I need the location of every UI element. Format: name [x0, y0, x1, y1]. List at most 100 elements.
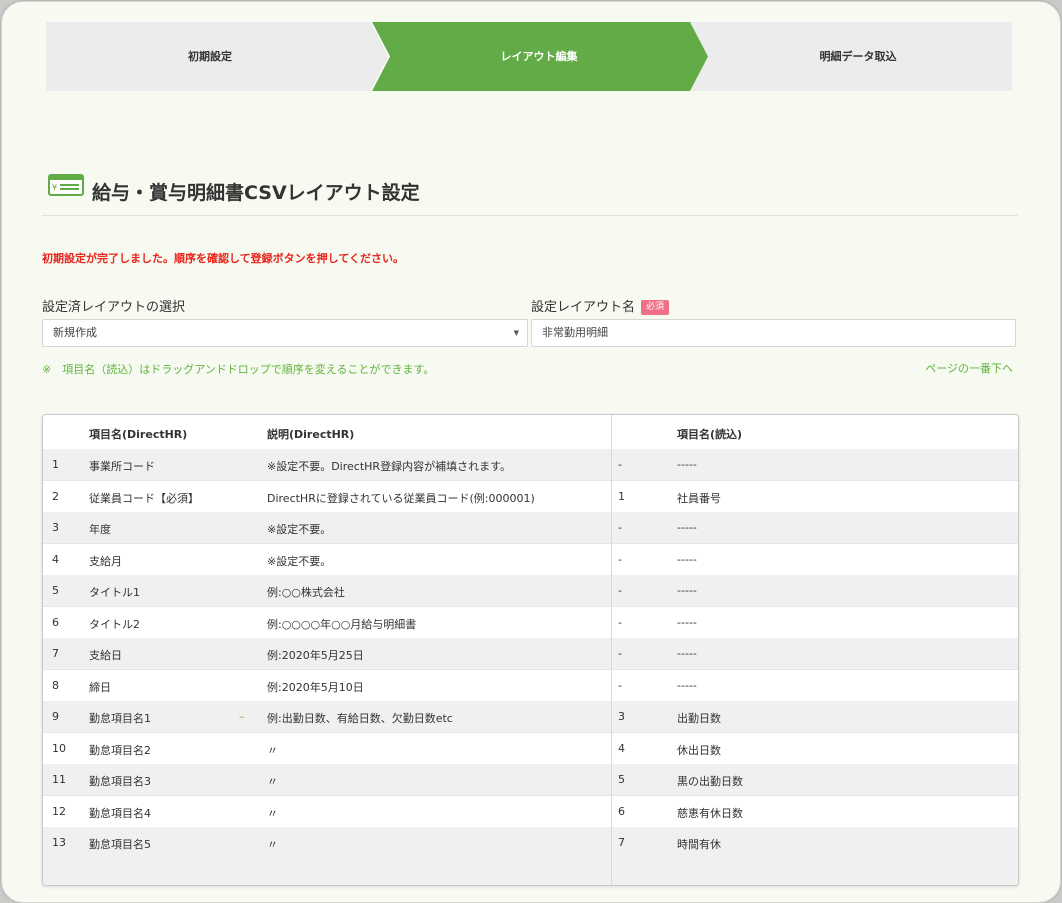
row-read-index: 3: [618, 710, 625, 723]
row-description: 〃: [267, 806, 278, 820]
row-description: 〃: [267, 743, 278, 757]
row-item-name: 事業所コード: [89, 460, 155, 473]
row-read-name[interactable]: -----: [677, 679, 697, 692]
row-description: ※設定不要。: [267, 523, 332, 536]
row-read-name[interactable]: 時間有休: [677, 836, 721, 852]
step-data-import[interactable]: 明細データ取込: [704, 22, 1012, 91]
table-row[interactable]: 2 従業員コード【必須】 DirectHRに登録されている従業員コード(例:0000…: [43, 480, 1018, 513]
row-item-name: 締日: [89, 680, 111, 694]
row-read-name[interactable]: -----: [677, 616, 697, 629]
row-number: 7: [52, 647, 59, 660]
row-read-index: 7: [618, 836, 625, 849]
table-header: 項目名(DirectHR) 説明(DirectHR) 項目名(読込): [43, 415, 1018, 450]
row-read-index: -: [618, 552, 622, 566]
row-read-index: -: [618, 521, 622, 534]
payslip-icon: ¥: [48, 174, 84, 196]
row-description: ※設定不要。: [267, 554, 332, 568]
table-row[interactable]: 9 勤怠項目名1 例:出勤日数、有給日数、欠勤日数etc 3 出勤日数 –: [43, 701, 1018, 733]
row-read-index: -: [618, 615, 622, 629]
row-item-name: 勤怠項目名5: [89, 838, 151, 851]
table-row[interactable]: 5 タイトル1 例:○○株式会社 - -----: [43, 575, 1018, 607]
layout-select-value: 新規作成: [53, 326, 97, 339]
row-read-name[interactable]: 出勤日数: [677, 710, 721, 726]
table-row[interactable]: 10 勤怠項目名2 〃 4 休出日数: [43, 732, 1018, 765]
header-read: 項目名(読込): [677, 428, 743, 441]
row-read-index: -: [618, 584, 622, 597]
row-read-index: -: [618, 458, 622, 471]
page-title: 給与・賞与明細書CSVレイアウト設定: [92, 182, 420, 204]
row-read-index: -: [618, 678, 622, 692]
row-number: 12: [52, 804, 66, 818]
row-description: 〃: [267, 838, 278, 851]
row-read-name[interactable]: 休出日数: [677, 742, 721, 758]
row-item-name: 勤怠項目名1: [89, 712, 151, 725]
app-frame: 初期設定 レイアウト編集 明細データ取込 ¥ 給与・賞与明細書CSVレイアウト設…: [1, 1, 1061, 903]
step-initial-setup[interactable]: 初期設定: [46, 22, 374, 91]
row-read-name[interactable]: 黒の出勤日数: [677, 773, 743, 789]
row-number: 2: [52, 489, 59, 503]
layout-name-value: 非常勤用明細: [542, 326, 608, 339]
row-description: 例:出勤日数、有給日数、欠勤日数etc: [267, 712, 453, 725]
row-read-index: 5: [618, 773, 625, 786]
row-read-index: 1: [618, 489, 625, 503]
row-description: 例:○○株式会社: [267, 586, 345, 599]
row-description: ※設定不要。DirectHR登録内容が補填されます。: [267, 460, 511, 473]
row-description: 例:2020年5月25日: [267, 649, 364, 662]
row-description: 〃: [267, 775, 278, 788]
row-item-name: 勤怠項目名2: [89, 743, 151, 757]
table-row[interactable]: 6 タイトル2 例:○○○○年○○月給与明細書 - -----: [43, 606, 1018, 639]
table-row-partial: [43, 855, 1018, 885]
svg-text:¥: ¥: [52, 183, 57, 192]
table-row[interactable]: 7 支給日 例:2020年5月25日 - -----: [43, 638, 1018, 670]
column-divider: [611, 415, 612, 885]
header-desc: 説明(DirectHR): [267, 428, 355, 441]
caret-down-icon: ▼: [513, 329, 519, 337]
row-item-name: 支給日: [89, 649, 122, 662]
layout-name-input[interactable]: 非常勤用明細: [531, 319, 1016, 347]
row-read-name[interactable]: 社員番号: [677, 490, 721, 506]
row-read-name[interactable]: -----: [677, 647, 697, 660]
row-read-name[interactable]: -----: [677, 553, 697, 566]
row-read-name[interactable]: -----: [677, 584, 697, 597]
row-item-name: 勤怠項目名4: [89, 806, 151, 820]
status-notice: 初期設定が完了しました。順序を確認して登録ボタンを押してください。: [42, 252, 405, 265]
row-number: 6: [52, 615, 59, 629]
layout-name-label: 設定レイアウト名 必須: [531, 296, 670, 315]
row-number: 11: [52, 773, 66, 786]
layout-name-label-text: 設定レイアウト名: [531, 300, 636, 315]
row-description: 例:○○○○年○○月給与明細書: [267, 617, 417, 631]
row-read-index: 6: [618, 804, 625, 818]
table-row[interactable]: 8 締日 例:2020年5月10日 - -----: [43, 669, 1018, 702]
row-number: 1: [52, 458, 59, 471]
row-read-name[interactable]: -----: [677, 458, 697, 471]
row-number: 9: [52, 710, 59, 723]
table-row[interactable]: 11 勤怠項目名3 〃 5 黒の出勤日数: [43, 764, 1018, 796]
layout-select[interactable]: 新規作成 ▼: [42, 319, 528, 347]
row-number: 8: [52, 678, 59, 692]
collapse-toggle[interactable]: –: [239, 710, 245, 723]
step-layout-edit[interactable]: レイアウト編集: [374, 22, 704, 91]
drag-drop-hint: ※ 項目名（読込）はドラッグアンドドロップで順序を変えることができます。: [42, 363, 435, 376]
row-item-name: 支給月: [89, 554, 122, 568]
row-read-index: 4: [618, 741, 625, 755]
row-read-name[interactable]: 慈恵有休日数: [677, 805, 743, 821]
table-row[interactable]: 1 事業所コード ※設定不要。DirectHR登録内容が補填されます。 - -----: [43, 449, 1018, 481]
layout-table: 項目名(DirectHR) 説明(DirectHR) 項目名(読込) 1 事業所コ…: [42, 414, 1019, 886]
required-badge: 必須: [641, 300, 670, 315]
page-bottom-link[interactable]: ページの一番下へ: [925, 360, 1013, 376]
table-row[interactable]: 12 勤怠項目名4 〃 6 慈恵有休日数: [43, 795, 1018, 828]
header-name: 項目名(DirectHR): [89, 428, 188, 441]
row-description: 例:2020年5月10日: [267, 680, 364, 694]
table-row[interactable]: 3 年度 ※設定不要。 - -----: [43, 512, 1018, 544]
row-number: 10: [52, 741, 66, 755]
row-number: 3: [52, 521, 59, 534]
row-item-name: 勤怠項目名3: [89, 775, 151, 788]
row-number: 4: [52, 552, 59, 566]
progress-stepper: 初期設定 レイアウト編集 明細データ取込: [46, 22, 1012, 91]
row-read-name[interactable]: -----: [677, 521, 697, 534]
row-item-name: 年度: [89, 523, 111, 536]
row-item-name: タイトル2: [89, 617, 140, 631]
row-item-name: タイトル1: [89, 586, 140, 599]
row-item-name: 従業員コード【必須】: [89, 491, 199, 505]
table-row[interactable]: 4 支給月 ※設定不要。 - -----: [43, 543, 1018, 576]
